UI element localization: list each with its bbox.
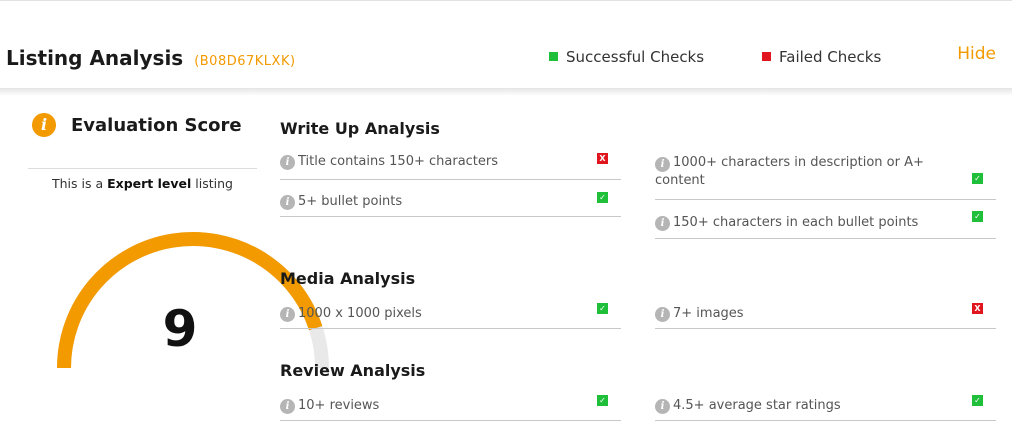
check-image-count: i 7+ images X [655,301,996,329]
check-label: 5+ bullet points [298,194,403,209]
legend-failed-label: Failed Checks [779,48,882,66]
passed-check-icon: ✓ [597,303,608,314]
failed-check-icon: X [972,303,983,314]
failed-square-icon [762,52,771,61]
info-icon: i [655,399,670,414]
passed-check-icon: ✓ [972,211,983,222]
review-analysis-title: Review Analysis [280,361,426,380]
check-label: 1000 x 1000 pixels [298,306,422,321]
passed-check-icon: ✓ [972,173,983,184]
check-title-length: i Title contains 150+ characters X [280,150,621,180]
level-prefix: This is a [51,176,104,191]
info-icon: i [280,307,295,322]
media-analysis-title: Media Analysis [280,269,416,288]
listing-header: Listing Analysis (B08D67KLXK) Successful… [0,36,1012,76]
info-icon: i [280,195,295,210]
check-label: 4.5+ average star ratings [673,398,841,413]
hide-button[interactable]: Hide [957,44,996,64]
score-value: 9 [162,300,198,358]
header-shadow [0,88,1012,96]
evaluation-score-title: Evaluation Score [71,114,242,136]
check-description-length: i 1000+ characters in description or A+ … [655,154,996,200]
check-image-resolution: i 1000 x 1000 pixels ✓ [280,301,621,329]
score-divider [28,168,257,169]
legend-successful: Successful Checks [549,48,704,66]
check-label: 150+ characters in each bullet points [673,215,919,230]
check-star-rating: i 4.5+ average star ratings ✓ [655,393,996,421]
level-value: Expert level [107,176,192,191]
page-title: Listing Analysis (B08D67KLXK) [6,46,296,70]
passed-check-icon: ✓ [597,395,608,406]
check-review-count: i 10+ reviews ✓ [280,393,621,421]
passed-check-icon: ✓ [972,395,983,406]
info-icon: i [655,216,670,231]
failed-check-icon: X [597,153,608,164]
evaluation-score-heading: i Evaluation Score [32,113,242,137]
check-label: 10+ reviews [298,398,380,413]
success-square-icon [549,52,558,61]
asin-label: (B08D67KLXK) [194,54,296,69]
check-bullet-count: i 5+ bullet points ✓ [280,189,621,217]
info-icon: i [32,113,56,137]
check-label: 1000+ characters in description or A+ co… [655,155,924,188]
info-icon: i [280,399,295,414]
info-icon: i [655,307,670,322]
legend-failed: Failed Checks [762,48,881,66]
write-up-analysis-title: Write Up Analysis [280,119,440,138]
level-description: This is a Expert level listing [28,176,257,191]
passed-check-icon: ✓ [597,192,608,203]
page-title-text: Listing Analysis [6,46,184,70]
level-suffix: listing [195,176,233,191]
check-bullet-length: i 150+ characters in each bullet points … [655,211,996,239]
top-divider [0,0,1012,4]
check-label: Title contains 150+ characters [298,154,499,169]
check-label: 7+ images [673,306,744,321]
legend-success-label: Successful Checks [566,48,705,66]
info-icon: i [280,155,295,170]
